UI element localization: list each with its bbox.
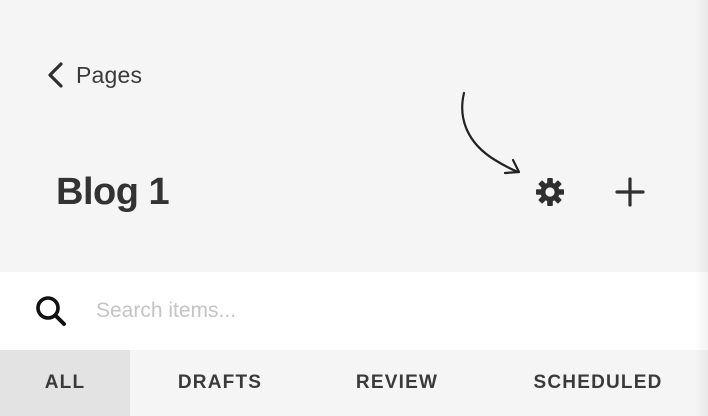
tab-scheduled[interactable]: SCHEDULED: [508, 350, 688, 416]
page-panel: Pages Blog 1 Search items... ALL DRAFTS …: [0, 0, 708, 416]
status-tabs: ALL DRAFTS REVIEW SCHEDULED: [0, 350, 708, 416]
tab-review[interactable]: REVIEW: [330, 350, 464, 416]
back-link-label: Pages: [76, 61, 143, 88]
arrow-annotation-icon: [455, 88, 527, 185]
tab-drafts[interactable]: DRAFTS: [150, 350, 290, 416]
gear-icon: [534, 176, 566, 213]
settings-button[interactable]: [530, 174, 570, 214]
search-bar: [0, 272, 708, 350]
back-to-pages-link[interactable]: Pages: [44, 58, 142, 92]
page-header: Pages Blog 1: [0, 0, 708, 272]
search-input[interactable]: [92, 292, 680, 330]
chevron-left-icon: [44, 60, 66, 90]
page-title: Blog 1: [56, 171, 170, 213]
add-item-button[interactable]: [610, 174, 650, 214]
tab-all[interactable]: ALL: [0, 350, 130, 416]
plus-icon: [615, 176, 645, 212]
search-icon: [34, 294, 68, 333]
